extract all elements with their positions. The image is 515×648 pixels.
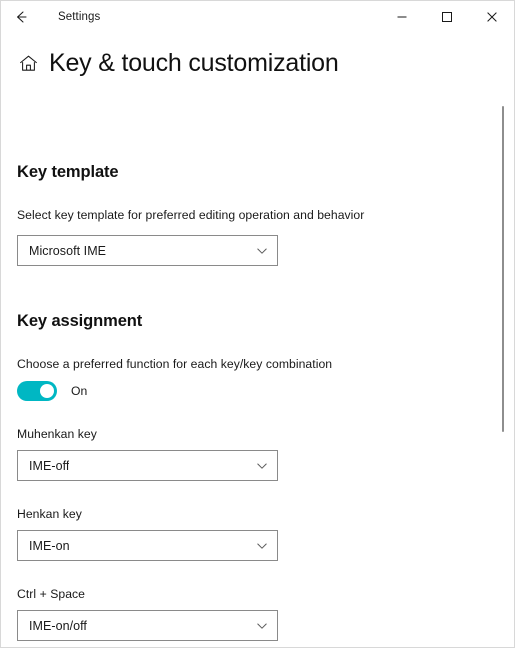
key-assignment-toggle-row: On xyxy=(17,381,514,401)
key-template-heading: Key template xyxy=(17,163,119,181)
key-template-dropdown-value: Microsoft IME xyxy=(29,243,107,258)
key-assignment-toggle[interactable] xyxy=(17,381,57,401)
henkan-key-dropdown[interactable]: IME-on xyxy=(17,530,278,561)
key-template-description: Select key template for preferred editin… xyxy=(17,208,365,222)
key-assignment-toggle-state: On xyxy=(71,384,88,398)
key-assignment-heading: Key assignment xyxy=(17,312,143,330)
chevron-down-icon xyxy=(256,451,268,480)
minimize-button[interactable] xyxy=(379,1,424,33)
title-bar: Settings xyxy=(1,1,514,33)
vertical-scrollbar[interactable] xyxy=(501,91,505,647)
chevron-down-icon xyxy=(256,531,268,560)
ctrl-space-label: Ctrl + Space xyxy=(17,587,86,601)
settings-content: Key template Select key template for pre… xyxy=(1,163,514,647)
chevron-down-icon xyxy=(256,236,268,265)
ctrl-space-dropdown-value: IME-on/off xyxy=(29,618,87,633)
maximize-icon xyxy=(441,11,453,23)
home-icon[interactable] xyxy=(17,52,39,74)
close-button[interactable] xyxy=(469,1,514,33)
chevron-down-icon xyxy=(256,611,268,640)
close-icon xyxy=(486,11,498,23)
settings-window: Settings Key & touch customization Key t… xyxy=(0,0,515,648)
henkan-key-dropdown-value: IME-on xyxy=(29,538,70,553)
back-button[interactable] xyxy=(1,1,41,33)
toggle-knob xyxy=(40,384,54,398)
ctrl-space-dropdown[interactable]: IME-on/off xyxy=(17,610,278,641)
window-caption-buttons xyxy=(379,1,514,33)
muhenkan-key-dropdown-value: IME-off xyxy=(29,458,70,473)
page-header: Key & touch customization xyxy=(1,33,514,77)
maximize-button[interactable] xyxy=(424,1,469,33)
page-title: Key & touch customization xyxy=(49,48,339,77)
muhenkan-key-dropdown[interactable]: IME-off xyxy=(17,450,278,481)
key-template-dropdown[interactable]: Microsoft IME xyxy=(17,235,278,266)
minimize-icon xyxy=(396,11,408,23)
muhenkan-key-label: Muhenkan key xyxy=(17,427,97,441)
henkan-key-label: Henkan key xyxy=(17,507,82,521)
back-arrow-icon xyxy=(13,9,29,25)
key-assignment-description: Choose a preferred function for each key… xyxy=(17,357,333,371)
app-title: Settings xyxy=(58,11,101,23)
scrollbar-thumb[interactable] xyxy=(502,106,504,432)
